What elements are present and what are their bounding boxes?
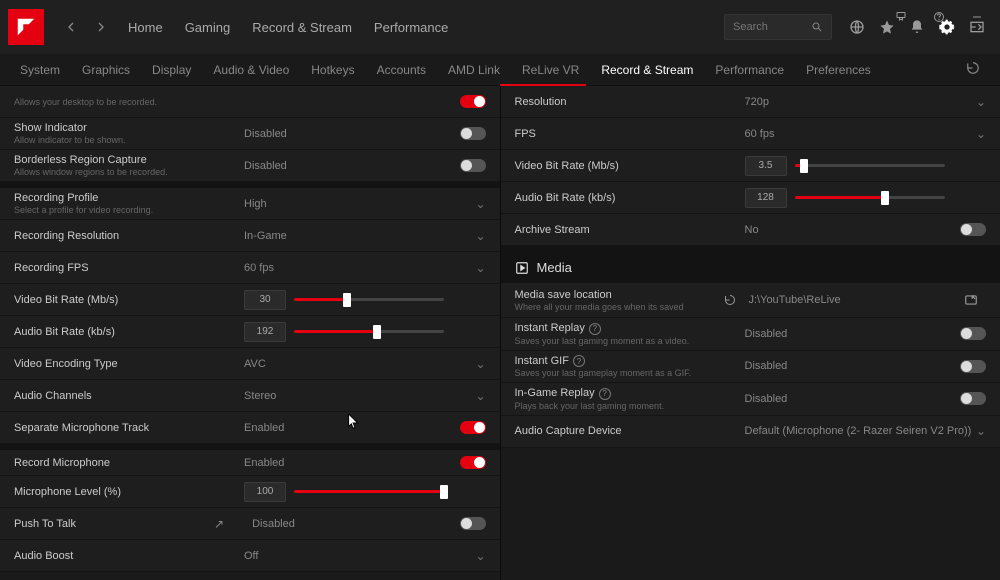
row-stream-fps: FPS 60 fps ⌄ bbox=[501, 118, 1000, 150]
help-icon[interactable] bbox=[926, 4, 952, 30]
subtabs: System Graphics Display Audio & Video Ho… bbox=[0, 54, 1000, 86]
row-show-indicator: Show Indicator Allow indicator to be sho… bbox=[0, 118, 500, 150]
chevron-down-icon[interactable]: ⌄ bbox=[475, 389, 485, 403]
toggle-sep-mic[interactable] bbox=[460, 421, 486, 434]
open-folder-icon[interactable] bbox=[958, 287, 984, 313]
chevron-down-icon[interactable]: ⌄ bbox=[475, 229, 485, 243]
tab-preferences[interactable]: Preferences bbox=[806, 63, 871, 77]
row-archive-stream: Archive Stream No bbox=[501, 214, 1000, 246]
undo-icon[interactable] bbox=[717, 287, 743, 313]
right-panel: Resolution 720p ⌄ FPS 60 fps ⌄ Video Bit… bbox=[501, 86, 1000, 580]
chevron-down-icon[interactable]: ⌄ bbox=[976, 424, 986, 438]
tab-display[interactable]: Display bbox=[152, 63, 191, 77]
row-instant-replay: Instant Replay? Saves your last gaming m… bbox=[501, 318, 1000, 351]
toggle-archive[interactable] bbox=[960, 223, 986, 236]
row-record-mic: Record Microphone Enabled bbox=[0, 444, 500, 476]
tab-graphics[interactable]: Graphics bbox=[82, 63, 130, 77]
row-recording-resolution: Recording Resolution In-Game ⌄ bbox=[0, 220, 500, 252]
search-input[interactable]: Search bbox=[724, 14, 832, 40]
row-push-to-talk: Push To Talk ↗Disabled bbox=[0, 508, 500, 540]
tab-performance[interactable]: Performance bbox=[715, 63, 784, 77]
search-icon bbox=[811, 21, 823, 33]
toggle-show-indicator[interactable] bbox=[460, 127, 486, 140]
tab-amd-link[interactable]: AMD Link bbox=[448, 63, 500, 77]
mic-level-slider[interactable] bbox=[294, 486, 444, 498]
audio-bitrate-slider[interactable] bbox=[294, 326, 444, 338]
stream-vbr-value[interactable]: 3.5 bbox=[745, 156, 787, 176]
chevron-down-icon[interactable]: ⌄ bbox=[475, 261, 485, 275]
video-bitrate-slider[interactable] bbox=[294, 294, 444, 306]
tab-relive-vr[interactable]: ReLive VR bbox=[522, 63, 579, 77]
toggle-ptt[interactable] bbox=[460, 517, 486, 530]
chevron-down-icon[interactable]: ⌄ bbox=[976, 127, 986, 141]
media-section-header: Media bbox=[501, 246, 1000, 283]
row-audio-boost: Audio Boost Off ⌄ bbox=[0, 540, 500, 572]
video-bitrate-value[interactable]: 30 bbox=[244, 290, 286, 310]
tab-accounts[interactable]: Accounts bbox=[377, 63, 426, 77]
row-stream-resolution: Resolution 720p ⌄ bbox=[501, 86, 1000, 118]
row-audio-bitrate: Audio Bit Rate (kb/s) 192 bbox=[0, 316, 500, 348]
info-icon[interactable]: ? bbox=[599, 388, 611, 400]
row-video-encoding: Video Encoding Type AVC ⌄ bbox=[0, 348, 500, 380]
forward-icon[interactable] bbox=[90, 16, 112, 38]
row-media-save-location: Media save location Where all your media… bbox=[501, 283, 1000, 318]
row-mic-level: Microphone Level (%) 100 bbox=[0, 476, 500, 508]
chevron-down-icon[interactable]: ⌄ bbox=[475, 197, 485, 211]
row-stream-video-bitrate: Video Bit Rate (Mb/s) 3.5 bbox=[501, 150, 1000, 182]
minimize-icon[interactable] bbox=[964, 4, 990, 30]
nav-performance[interactable]: Performance bbox=[374, 20, 448, 35]
tab-record-stream[interactable]: Record & Stream bbox=[601, 63, 693, 77]
left-panel: Allows your desktop to be recorded. Show… bbox=[0, 86, 501, 580]
row-borderless: Borderless Region Capture Allows window … bbox=[0, 150, 500, 182]
stream-vbr-slider[interactable] bbox=[795, 160, 945, 172]
mic-level-value[interactable]: 100 bbox=[244, 482, 286, 502]
info-icon[interactable]: ? bbox=[589, 323, 601, 335]
toggle-borderless[interactable] bbox=[460, 159, 486, 172]
share-icon: ↗ bbox=[214, 517, 224, 531]
globe-icon[interactable] bbox=[844, 14, 870, 40]
stream-abr-value[interactable]: 128 bbox=[745, 188, 787, 208]
nav-gaming[interactable]: Gaming bbox=[185, 20, 231, 35]
toggle-desktop-recording[interactable] bbox=[460, 95, 486, 108]
search-placeholder: Search bbox=[733, 21, 811, 33]
row-instant-gif: Instant GIF? Saves your last gameplay mo… bbox=[501, 351, 1000, 384]
chevron-down-icon[interactable]: ⌄ bbox=[475, 549, 485, 563]
chevron-down-icon[interactable]: ⌄ bbox=[475, 357, 485, 371]
row-recording-profile: Recording Profile Select a profile for v… bbox=[0, 182, 500, 220]
tab-audio-video[interactable]: Audio & Video bbox=[213, 63, 289, 77]
nav-record-stream[interactable]: Record & Stream bbox=[252, 20, 352, 35]
toggle-ingame-replay[interactable] bbox=[960, 392, 986, 405]
row-video-bitrate: Video Bit Rate (Mb/s) 30 bbox=[0, 284, 500, 316]
row-audio-channels: Audio Channels Stereo ⌄ bbox=[0, 380, 500, 412]
back-icon[interactable] bbox=[60, 16, 82, 38]
audio-bitrate-value[interactable]: 192 bbox=[244, 322, 286, 342]
toggle-instant-gif[interactable] bbox=[960, 360, 986, 373]
toggle-instant-replay[interactable] bbox=[960, 327, 986, 340]
reset-icon[interactable] bbox=[966, 61, 980, 78]
tab-system[interactable]: System bbox=[20, 63, 60, 77]
toggle-record-mic[interactable] bbox=[460, 456, 486, 469]
row-ingame-replay: In-Game Replay? Plays back your last gam… bbox=[501, 383, 1000, 416]
prize-icon[interactable] bbox=[888, 4, 914, 30]
amd-logo[interactable] bbox=[8, 9, 44, 45]
titlebar: Home Gaming Record & Stream Performance … bbox=[0, 0, 1000, 54]
media-path: J:\YouTube\ReLive bbox=[749, 294, 841, 306]
info-icon[interactable]: ? bbox=[573, 355, 585, 367]
stream-abr-slider[interactable] bbox=[795, 192, 945, 204]
row-desktop-recording: Allows your desktop to be recorded. bbox=[0, 86, 500, 118]
row-audio-capture-device: Audio Capture Device Default (Microphone… bbox=[501, 416, 1000, 448]
nav-home[interactable]: Home bbox=[128, 20, 163, 35]
tab-hotkeys[interactable]: Hotkeys bbox=[311, 63, 354, 77]
row-stream-audio-bitrate: Audio Bit Rate (kb/s) 128 bbox=[501, 182, 1000, 214]
play-square-icon bbox=[515, 261, 529, 275]
chevron-down-icon[interactable]: ⌄ bbox=[976, 95, 986, 109]
top-nav: Home Gaming Record & Stream Performance bbox=[128, 20, 448, 35]
row-separate-mic-track: Separate Microphone Track Enabled bbox=[0, 412, 500, 444]
row-recording-fps: Recording FPS 60 fps ⌄ bbox=[0, 252, 500, 284]
